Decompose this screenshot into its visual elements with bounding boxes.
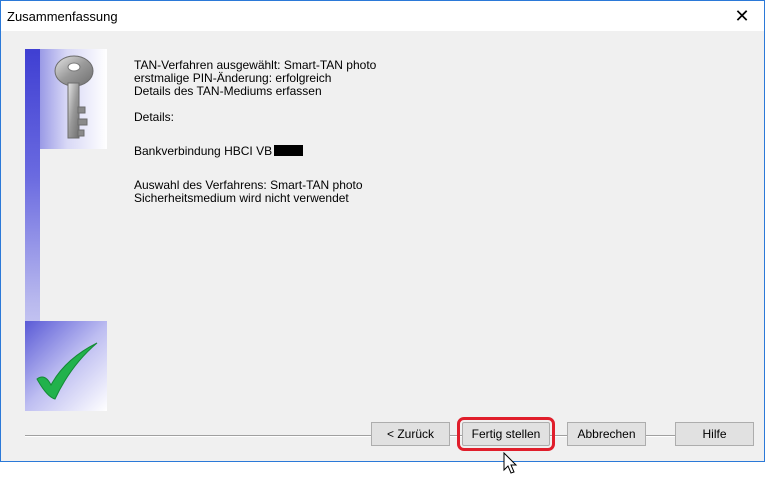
summary-dialog: Zusammenfassung ✕ TAN-Verfahren ausgewäh… <box>0 0 765 462</box>
checkmark-icon <box>36 342 98 400</box>
redaction-box <box>274 145 304 156</box>
close-button[interactable]: ✕ <box>720 1 764 31</box>
close-icon: ✕ <box>734 5 750 26</box>
summary-line: Sicherheitsmedium wird nicht verwendet <box>134 191 349 205</box>
finish-button[interactable]: Fertig stellen <box>457 417 555 451</box>
back-button[interactable]: < Zurück <box>371 422 450 446</box>
summary-line: Details des TAN-Mediums erfassen <box>134 84 322 98</box>
details-label: Details: <box>134 110 175 124</box>
mouse-pointer-icon <box>503 452 518 474</box>
key-icon-panel <box>40 49 107 149</box>
checkmark-icon-panel <box>25 321 107 411</box>
help-button[interactable]: Hilfe <box>675 422 754 446</box>
cancel-button[interactable]: Abbrechen <box>567 422 646 446</box>
bank-connection-line: Bankverbindung HBCI VB <box>134 145 376 158</box>
dialog-content: TAN-Verfahren ausgewählt: Smart-TAN phot… <box>1 31 764 461</box>
title-bar: Zusammenfassung ✕ <box>1 1 764 31</box>
key-icon <box>54 55 94 139</box>
summary-text: TAN-Verfahren ausgewählt: Smart-TAN phot… <box>134 59 376 205</box>
bank-connection-text: Bankverbindung HBCI VB <box>134 144 273 158</box>
wizard-side-graphic <box>25 49 107 411</box>
dialog-title: Zusammenfassung <box>7 9 118 24</box>
